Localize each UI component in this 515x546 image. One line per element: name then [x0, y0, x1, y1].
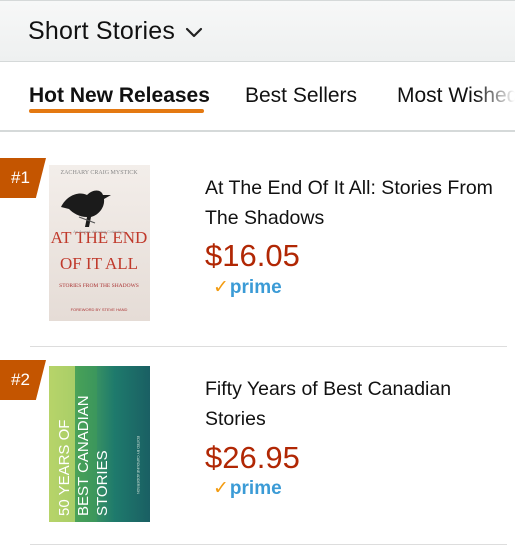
list-item[interactable]: #1 ZACHARY CRAIG MYSTICK AT THE END An A…	[0, 158, 515, 348]
category-header[interactable]: Short Stories	[0, 0, 515, 62]
book-cover-image[interactable]: ZACHARY CRAIG MYSTICK AT THE END An Awar…	[49, 165, 150, 321]
tab-hot-new-releases[interactable]: Hot New Releases	[29, 84, 210, 108]
cover-line2: BEST CANADIAN	[75, 395, 92, 516]
active-tab-indicator	[29, 109, 204, 113]
cover-title-line2: OF IT ALL	[60, 254, 138, 273]
cover-editor: EDITED BY CAROLINE ADDERSON	[136, 436, 140, 494]
list-item[interactable]: #2 50 YEARS OF BEST CANADIAN STORIES EDI…	[0, 360, 515, 546]
rank-badge: #2	[0, 360, 46, 400]
product-price: $16.05	[205, 238, 300, 273]
tab-best-sellers[interactable]: Best Sellers	[245, 84, 357, 108]
prime-badge: ✓ prime	[213, 477, 282, 500]
product-price: $26.95	[205, 440, 300, 475]
cover-subtitle: STORIES FROM THE SHADOWS	[59, 283, 139, 289]
book-cover-image[interactable]: 50 YEARS OF BEST CANADIAN STORIES EDITED…	[49, 366, 150, 522]
product-title[interactable]: Fifty Years of Best Canadian Stories	[205, 374, 505, 434]
prime-check-icon: ✓	[213, 478, 229, 499]
divider	[30, 346, 507, 347]
prime-badge: ✓ prime	[213, 276, 282, 299]
tab-bar: Hot New Releases Best Sellers Most Wishe…	[0, 62, 515, 132]
divider	[30, 544, 507, 545]
chevron-down-icon[interactable]	[185, 27, 203, 39]
cover-line1: 50 YEARS OF	[56, 420, 73, 516]
cover-author: ZACHARY CRAIG MYSTICK	[60, 170, 138, 176]
prime-check-icon: ✓	[213, 277, 229, 298]
cover-tagline: An Award-Winning Collection	[73, 229, 125, 234]
prime-label: prime	[229, 277, 282, 298]
tab-scroll-fade	[475, 62, 515, 130]
cover-footer: FOREWORD BY STEVE HAND	[71, 307, 128, 312]
rank-badge: #1	[0, 158, 46, 198]
cover-line3: STORIES	[94, 450, 111, 516]
category-title[interactable]: Short Stories	[28, 17, 175, 46]
prime-label: prime	[229, 478, 282, 499]
product-title[interactable]: At The End Of It All: Stories From The S…	[205, 173, 505, 233]
